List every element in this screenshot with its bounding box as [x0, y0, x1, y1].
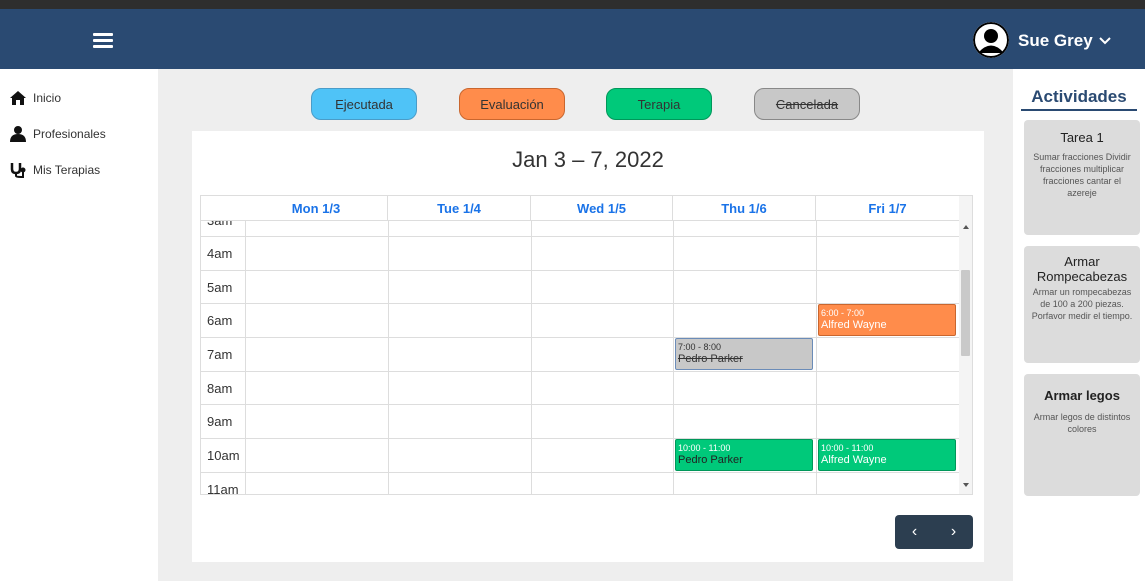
day-header[interactable]: Tue 1/4 — [388, 196, 531, 220]
event-patient: Pedro Parker — [678, 454, 743, 466]
legend-terapia[interactable]: Terapia — [606, 88, 712, 120]
time-label: 6am — [207, 313, 233, 328]
calendar-scrollbar[interactable] — [959, 196, 973, 494]
prev-week-button[interactable]: ‹ — [904, 523, 925, 541]
grid-line — [201, 220, 959, 221]
next-week-button[interactable]: › — [943, 523, 964, 541]
stethoscope-icon — [10, 163, 26, 178]
grid-line — [245, 220, 246, 494]
week-pager: ‹ › — [895, 515, 973, 549]
activity-title: Armar legos — [1044, 388, 1120, 403]
event-evaluacion[interactable]: 6:00 - 7:00 Alfred Wayne — [818, 304, 956, 336]
grid-line — [816, 220, 817, 494]
sidebar: Inicio Profesionales Mis Terapias — [0, 69, 158, 581]
grid-line — [388, 220, 389, 494]
menu-icon[interactable] — [93, 33, 113, 49]
grid-line — [201, 371, 959, 372]
calendar-title: Jan 3 – 7, 2022 — [512, 147, 664, 172]
user-name: Sue Grey — [1018, 31, 1093, 50]
scroll-up-icon[interactable] — [959, 222, 973, 232]
calendar-grid: Mon 1/3 Tue 1/4 Wed 1/5 Thu 1/6 Fri 1/7 … — [200, 195, 973, 495]
time-label: 9am — [207, 414, 233, 429]
activities-panel: Actividades Tarea 1 Sumar fracciones Div… — [1013, 69, 1145, 581]
sidebar-item-label: Mis Terapias — [33, 163, 101, 177]
event-cancelada[interactable]: 7:00 - 8:00 Pedro Parker — [675, 338, 813, 370]
legend-ejecutada[interactable]: Ejecutada — [311, 88, 417, 120]
activity-title: Tarea 1 — [1060, 130, 1104, 145]
event-time: 7:00 - 8:00 — [678, 342, 722, 352]
day-header[interactable]: Wed 1/5 — [531, 196, 673, 220]
user-avatar-icon — [973, 22, 1009, 58]
grid-line — [201, 270, 959, 271]
activity-description: Sumar fracciones Dividir fracciones mult… — [1033, 152, 1131, 198]
time-label: 10am — [207, 448, 240, 463]
event-time: 6:00 - 7:00 — [821, 308, 865, 318]
grid-line — [531, 220, 532, 494]
top-strip — [0, 0, 1145, 9]
user-icon — [10, 126, 26, 142]
event-terapia[interactable]: 10:00 - 11:00 Pedro Parker — [675, 439, 813, 471]
grid-line — [201, 404, 959, 405]
day-header[interactable]: Mon 1/3 — [245, 196, 388, 220]
time-label: 4am — [207, 246, 233, 261]
activity-card[interactable]: Armar legos Armar legos de distintos col… — [1024, 374, 1140, 496]
event-terapia[interactable]: 10:00 - 11:00 Alfred Wayne — [818, 439, 956, 471]
sidebar-item-mis-terapias[interactable]: Mis Terapias — [9, 162, 100, 178]
event-time: 10:00 - 11:00 — [678, 443, 731, 453]
activity-title: Armar Rompecabezas — [1036, 254, 1128, 284]
sidebar-item-inicio[interactable]: Inicio — [9, 90, 61, 106]
time-label: 5am — [207, 280, 233, 295]
day-header[interactable]: Thu 1/6 — [673, 196, 816, 220]
activity-description: Armar un rompecabezas de 100 a 200 pieza… — [1031, 287, 1133, 321]
time-label: 7am — [207, 347, 233, 362]
sidebar-item-label: Inicio — [33, 91, 62, 105]
scrollbar-thumb[interactable] — [961, 270, 970, 356]
scroll-down-icon[interactable] — [959, 480, 973, 490]
time-label: 8am — [207, 381, 233, 396]
grid-line — [673, 220, 674, 494]
legend-evaluacion[interactable]: Evaluación — [459, 88, 565, 120]
grid-line — [201, 236, 959, 237]
time-label: 11am — [207, 482, 239, 495]
event-patient: Alfred Wayne — [821, 454, 887, 466]
app-header: Sue Grey — [0, 9, 1145, 69]
sidebar-item-label: Profesionales — [33, 127, 106, 141]
activity-card[interactable]: Tarea 1 Sumar fracciones Dividir fraccio… — [1024, 120, 1140, 235]
sidebar-item-profesionales[interactable]: Profesionales — [9, 126, 106, 142]
grid-line — [201, 472, 959, 473]
day-header[interactable]: Fri 1/7 — [816, 196, 959, 220]
event-time: 10:00 - 11:00 — [821, 443, 874, 453]
calendar-card: Jan 3 – 7, 2022 Mon 1/3 Tue 1/4 Wed 1/5 … — [192, 131, 984, 562]
home-icon — [10, 91, 26, 105]
activities-title: Actividades — [1021, 87, 1137, 111]
avatar[interactable] — [973, 22, 1009, 58]
activity-card[interactable]: Armar Rompecabezas Armar un rompecabezas… — [1024, 246, 1140, 363]
user-menu[interactable]: Sue Grey — [1018, 31, 1111, 51]
chevron-down-icon — [1098, 37, 1111, 45]
activity-description: Armar legos de distintos colores — [1033, 412, 1131, 434]
main-area: Ejecutada Evaluación Terapia Cancelada J… — [158, 69, 1013, 581]
grid-line — [201, 337, 959, 338]
event-patient: Alfred Wayne — [821, 319, 887, 331]
event-patient: Pedro Parker — [678, 353, 743, 365]
legend-cancelada[interactable]: Cancelada — [754, 88, 860, 120]
